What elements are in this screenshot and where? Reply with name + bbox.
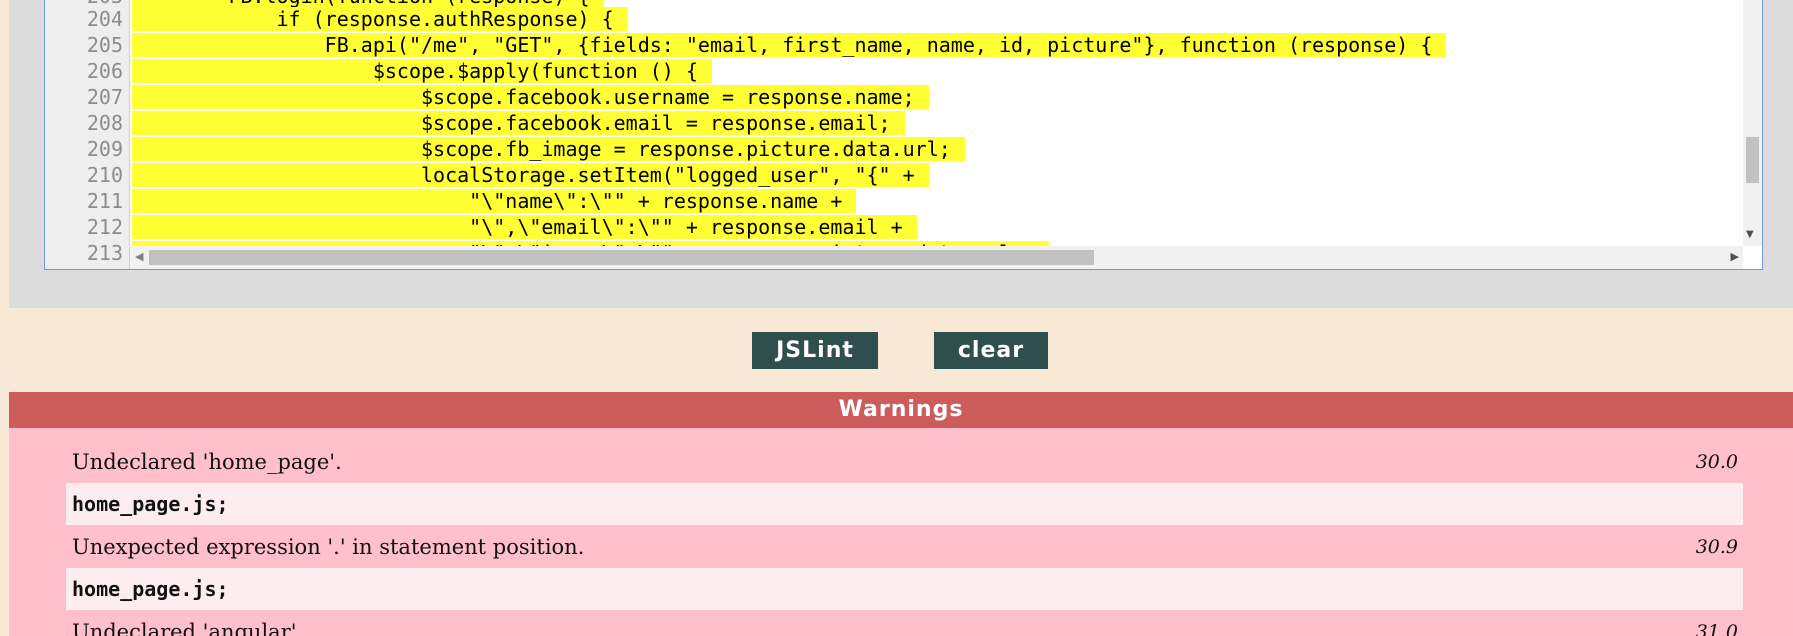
code-text: $scope.$apply(function () { — [132, 59, 712, 83]
code-text: FB.api("/me", "GET", {fields: "email, fi… — [132, 33, 1447, 57]
code-text: if (response.authResponse) { — [132, 7, 628, 31]
jslint-button[interactable]: JSLint — [752, 332, 878, 369]
code-line[interactable]: 210 localStorage.setItem("logged_user", … — [45, 162, 1743, 188]
warning-position: 31.0 — [1695, 621, 1738, 636]
warning-source-text: home_page.js; — [72, 577, 229, 601]
warning-source-text: home_page.js; — [72, 492, 229, 516]
scroll-down-arrow-icon[interactable]: ▼ — [1746, 229, 1754, 240]
line-number: 213 — [86, 241, 123, 265]
code-text: $scope.fb_image = response.picture.data.… — [132, 137, 965, 161]
code-text: localStorage.setItem("logged_user", "{" … — [132, 163, 929, 187]
code-text: "\"name\":\"" + response.name + — [132, 189, 857, 213]
line-number: 211 — [86, 189, 123, 213]
code-editor[interactable]: 203 FB.login(function (response) { 204 i… — [44, 0, 1763, 270]
line-number: 209 — [86, 137, 123, 161]
code-text: $scope.facebook.username = response.name… — [132, 85, 929, 109]
editor-panel: 203 FB.login(function (response) { 204 i… — [9, 0, 1793, 308]
clear-button[interactable]: clear — [934, 332, 1048, 369]
warning-position: 30.0 — [1695, 451, 1738, 473]
warning-message: Undeclared 'home_page'. — [72, 450, 342, 474]
warning-position: 30.9 — [1695, 536, 1738, 558]
code-line[interactable]: 206 $scope.$apply(function () { — [45, 58, 1743, 84]
line-number: 206 — [86, 59, 123, 83]
warnings-list: Undeclared 'home_page'. 30.0 home_page.j… — [9, 428, 1793, 636]
warnings-header: Warnings — [9, 392, 1793, 428]
line-number: 208 — [86, 111, 123, 135]
code-line[interactable]: 211 "\"name\":\"" + response.name + — [45, 188, 1743, 214]
line-number: 212 — [86, 215, 123, 239]
code-line[interactable]: 205 FB.api("/me", "GET", {fields: "email… — [45, 32, 1743, 58]
horizontal-scrollbar[interactable]: ◀ ▶ — [130, 246, 1743, 269]
code-text: "\",\"email\":\"" + response.email + — [132, 215, 917, 239]
line-number: 204 — [86, 7, 123, 31]
warning-source: home_page.js; — [66, 568, 1743, 610]
warning-message: Undeclared 'angular'. — [72, 620, 304, 636]
warning-message: Unexpected expression '.' in statement p… — [72, 535, 585, 559]
vertical-scrollbar-thumb[interactable] — [1746, 137, 1759, 183]
code-text: $scope.facebook.email = response.email; — [132, 111, 905, 135]
code-line[interactable]: 207 $scope.facebook.username = response.… — [45, 84, 1743, 110]
horizontal-scrollbar-thumb[interactable] — [149, 250, 1094, 265]
line-number: 207 — [86, 85, 123, 109]
code-line[interactable]: 208 $scope.facebook.email = response.ema… — [45, 110, 1743, 136]
scroll-right-arrow-icon[interactable]: ▶ — [1731, 250, 1739, 263]
line-number: 210 — [86, 163, 123, 187]
scroll-left-arrow-icon[interactable]: ◀ — [135, 250, 143, 263]
code-line[interactable]: 212 "\",\"email\":\"" + response.email + — [45, 214, 1743, 240]
line-number: 205 — [86, 33, 123, 57]
vertical-scrollbar[interactable]: ▼ — [1743, 0, 1762, 246]
warning-source: home_page.js; — [66, 483, 1743, 525]
code-line[interactable]: 209 $scope.fb_image = response.picture.d… — [45, 136, 1743, 162]
code-line[interactable]: 204 if (response.authResponse) { — [45, 6, 1743, 32]
